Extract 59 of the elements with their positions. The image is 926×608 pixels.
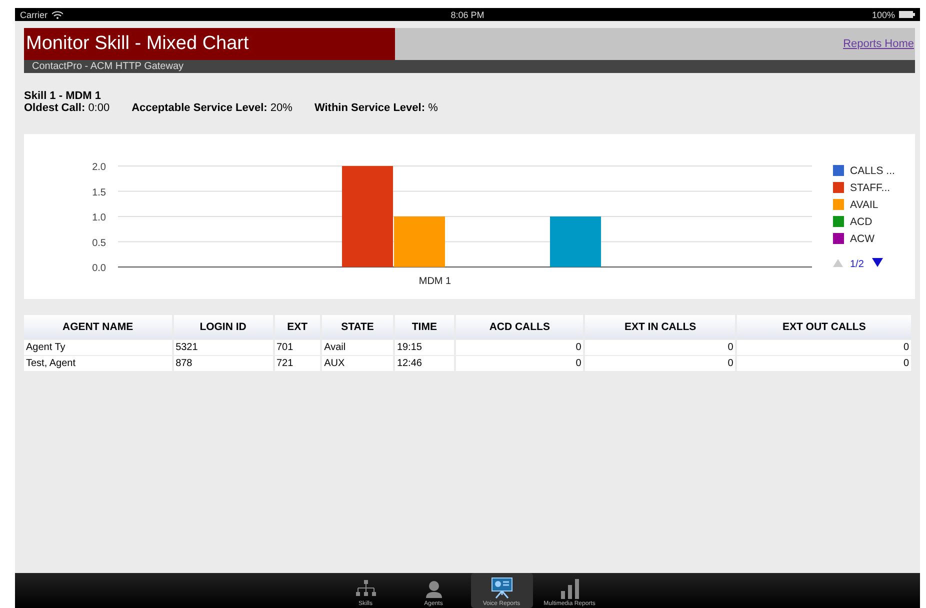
legend-label: ACD [850,216,872,228]
skill-stat: Acceptable Service Level: 20% [132,102,292,114]
chart-bar [550,216,601,267]
skill-name: Skill 1 - MDM 1 [24,90,102,102]
axis-tick-label: 2.0 [92,162,106,173]
column-header: AGENT NAME [24,315,172,339]
legend-swatch [833,199,844,210]
page-title: Monitor Skill - Mixed Chart [24,28,395,60]
column-header: EXT IN CALLS [585,315,736,339]
person-icon [424,579,444,599]
wifi-icon [52,10,63,18]
legend-swatch [833,182,844,193]
table-cell: 0 [456,356,584,371]
column-header: EXT [274,315,320,339]
table-cell: 0 [585,356,736,371]
skill-stat: Oldest Call: 0:00 [24,102,110,114]
battery-icon [898,11,915,18]
table-cell: 701 [274,340,320,355]
reports-home-link[interactable]: Reports Home [843,38,915,50]
column-header: STATE [322,315,393,339]
legend-label: AVAIL [850,199,878,211]
column-header: TIME [394,315,454,339]
legend-label: CALLS ... [850,165,895,177]
table-cell: 5321 [174,340,272,355]
table-cell: 721 [274,356,320,371]
axis-tick-label: 0.0 [92,263,106,274]
table-cell: 0 [585,340,736,355]
column-header: ACD CALLS [456,315,584,339]
down-arrow-icon[interactable] [872,258,883,267]
axis-tick-label: 0.5 [92,238,106,249]
axis-category-label: MDM 1 [418,276,452,287]
legend-swatch [833,233,844,244]
table-cell: AUX [322,356,393,371]
column-header: LOGIN ID [174,315,272,339]
legend-label: ACW [850,233,874,245]
table-cell: 12:46 [394,356,454,371]
battery-label: 100% [872,10,895,20]
table-cell: 19:15 [394,340,454,355]
legend-swatch [833,165,844,176]
axis-tick-label: 1.0 [92,212,106,224]
table-cell: Test, Agent [24,356,172,371]
legend-page-label: 1/2 [850,259,864,270]
table-cell: 0 [737,340,911,355]
legend-swatch [833,216,844,227]
legend-label: STAFF... [850,182,890,194]
table-cell: Avail [322,340,393,355]
table-cell: 0 [456,340,584,355]
skill-stat: Within Service Level: % [314,102,438,114]
axis-tick-label: 1.5 [92,187,106,198]
presentation-icon [490,577,514,599]
carrier-label: Carrier [20,10,48,20]
clock-label: 8:06 PM [450,10,486,20]
hierarchy-icon [354,579,376,599]
bar-chart-icon [558,579,580,599]
column-header: EXT OUT CALLS [737,315,911,339]
table-cell: Agent Ty [24,340,172,355]
table-cell: 0 [737,356,911,371]
table-cell: 878 [174,356,272,371]
subtitle-bar: ContactPro - ACM HTTP Gateway [24,60,915,73]
